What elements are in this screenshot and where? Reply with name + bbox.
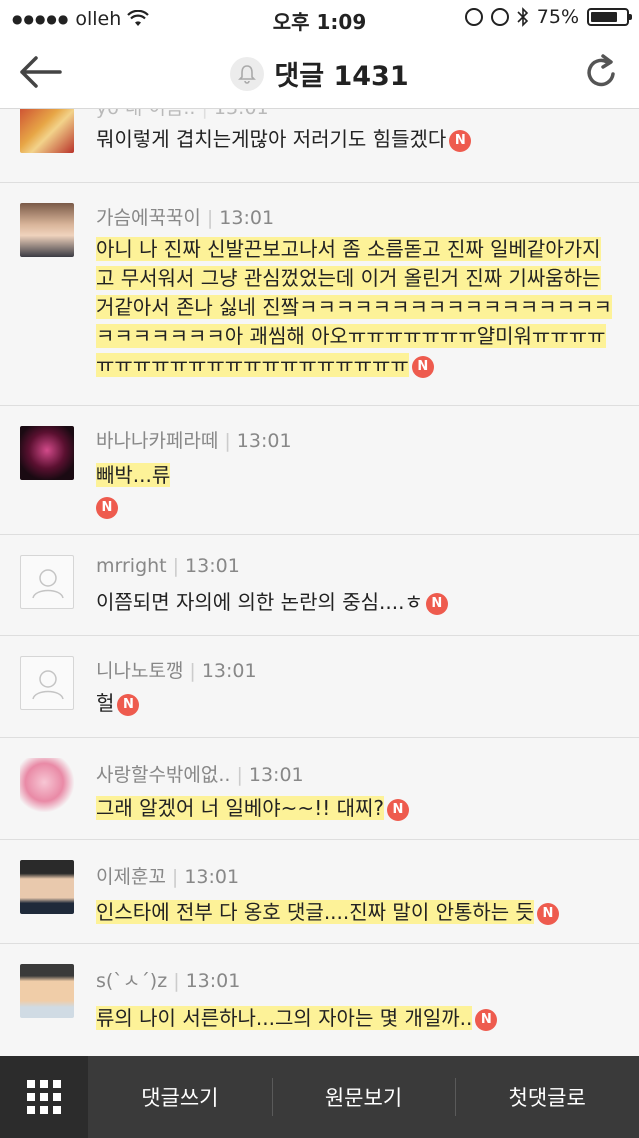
comment-text: 헐N bbox=[96, 689, 616, 718]
comment-list[interactable]: yo 내 이름..|13:01 뭐이렇게 겹치는게많아 저러기도 힘들겠다N 가… bbox=[0, 109, 639, 1056]
avatar[interactable] bbox=[20, 758, 74, 812]
comment-author[interactable]: 가슴에꾹꾹이 bbox=[96, 207, 201, 229]
status-right: 75% bbox=[464, 6, 632, 28]
header-center: 댓글 1431 bbox=[0, 54, 639, 93]
new-badge: N bbox=[425, 592, 448, 615]
comment-time: 13:01 bbox=[201, 660, 257, 682]
bottom-tabs: 댓글쓰기 원문보기 첫댓글로 bbox=[88, 1056, 639, 1138]
avatar[interactable] bbox=[20, 426, 74, 480]
avatar[interactable] bbox=[20, 964, 74, 1018]
new-badge: N bbox=[536, 902, 559, 925]
first-comment-button[interactable]: 첫댓글로 bbox=[455, 1056, 639, 1138]
header: 댓글 1431 bbox=[0, 36, 639, 109]
comment-item[interactable]: 이제훈꼬 | 13:01 인스타에 전부 다 옹호 댓글....진짜 말이 안통하는… bbox=[0, 840, 639, 944]
comment-time: 13:01 bbox=[184, 866, 240, 888]
new-badge: N bbox=[387, 798, 409, 821]
default-avatar-icon[interactable] bbox=[20, 656, 74, 710]
comment-item[interactable]: 바나나카페라떼 | 13:01 빼박...류 N bbox=[0, 406, 639, 535]
refresh-icon[interactable] bbox=[581, 52, 621, 92]
comment-body: 인스타에 전부 다 옹호 댓글....진짜 말이 안통하는 듯 bbox=[96, 900, 534, 924]
comment-text: 아니 나 진짜 신발끈보고나서 좀 소름돋고 진짜 일베같아가지고 무서워서 그… bbox=[96, 235, 616, 380]
comment-meta: 니나노토깽 | 13:01 bbox=[96, 660, 257, 682]
comment-body: 뭐이렇게 겹치는게많아 저러기도 힘들겠다 bbox=[96, 127, 447, 151]
comment-time: 13:01 bbox=[214, 109, 269, 119]
comment-author[interactable]: 니나노토깽 bbox=[96, 660, 183, 682]
comment-time: 13:01 bbox=[185, 555, 240, 577]
new-badge: N bbox=[475, 1008, 498, 1031]
comment-text: 류의 나이 서른하나...그의 자아는 몇 개일까.. N bbox=[96, 1004, 616, 1033]
comment-meta: 사랑할수밖에없.. | 13:01 bbox=[96, 764, 304, 786]
comment-time: 13:01 bbox=[219, 207, 275, 229]
comment-author[interactable]: 사랑할수밖에없.. bbox=[96, 764, 230, 786]
write-comment-button[interactable]: 댓글쓰기 bbox=[88, 1056, 272, 1138]
comment-item[interactable]: yo 내 이름..|13:01 뭐이렇게 겹치는게많아 저러기도 힘들겠다N bbox=[0, 109, 639, 183]
comment-body: 아니 나 진짜 신발끈보고나서 좀 소름돋고 진짜 일베같아가지고 무서워서 그… bbox=[96, 237, 612, 377]
comment-item[interactable]: mrright | 13:01 이쯤되면 자의에 의한 논란의 중심....ㅎ N bbox=[0, 535, 639, 636]
grid-menu-button[interactable] bbox=[0, 1056, 88, 1138]
comment-author[interactable]: 이제훈꼬 bbox=[96, 866, 166, 888]
bluetooth-icon bbox=[517, 7, 528, 27]
comment-meta: 이제훈꼬 | 13:01 bbox=[96, 866, 240, 888]
comment-time: 13:01 bbox=[185, 970, 241, 992]
comment-text: 빼박...류 N bbox=[96, 461, 616, 519]
comment-author[interactable]: mrright bbox=[96, 555, 167, 577]
comment-author[interactable]: yo 내 이름.. bbox=[96, 109, 195, 119]
bell-icon[interactable] bbox=[230, 56, 265, 91]
comment-time: 13:01 bbox=[236, 430, 292, 452]
grid-icon bbox=[27, 1080, 61, 1114]
battery-percent: 75% bbox=[536, 6, 579, 28]
comment-meta: s(`ㅅ´)z | 13:01 bbox=[96, 970, 241, 992]
battery-fill bbox=[591, 12, 617, 22]
comment-body: 류의 나이 서른하나...그의 자아는 몇 개일까.. bbox=[96, 1006, 473, 1030]
default-avatar-icon[interactable] bbox=[20, 555, 74, 609]
comment-meta: 바나나카페라떼 | 13:01 bbox=[96, 430, 292, 452]
comment-item[interactable]: 가슴에꾹꾹이 | 13:01 아니 나 진짜 신발끈보고나서 좀 소름돋고 진짜 일… bbox=[0, 183, 639, 406]
comment-text: 그래 알겠어 너 일베야~~!! 대찌? N bbox=[96, 794, 616, 823]
comment-body: 이쯤되면 자의에 의한 논란의 중심....ㅎ bbox=[96, 590, 423, 614]
comment-text: 이쯤되면 자의에 의한 논란의 중심....ㅎ N bbox=[96, 588, 616, 617]
comment-author[interactable]: s(`ㅅ´)z bbox=[96, 970, 167, 992]
comment-body: 빼박...류 bbox=[96, 463, 171, 487]
back-arrow-icon[interactable] bbox=[16, 54, 64, 90]
avatar[interactable] bbox=[20, 109, 74, 153]
new-badge: N bbox=[449, 129, 472, 152]
comment-text: 인스타에 전부 다 옹호 댓글....진짜 말이 안통하는 듯N bbox=[96, 898, 616, 927]
avatar[interactable] bbox=[20, 203, 74, 257]
new-badge: N bbox=[96, 496, 118, 519]
battery-icon bbox=[587, 8, 632, 26]
view-original-button[interactable]: 원문보기 bbox=[271, 1056, 456, 1138]
avatar[interactable] bbox=[20, 860, 74, 914]
alarm-icon bbox=[490, 8, 509, 26]
page-title: 댓글 1431 bbox=[274, 61, 409, 92]
comment-meta: 가슴에꾹꾹이 | 13:01 bbox=[96, 207, 275, 229]
comment-meta: mrright | 13:01 bbox=[96, 555, 240, 577]
comment-text: 뭐이렇게 겹치는게많아 저러기도 힘들겠다 N bbox=[96, 125, 616, 154]
bottom-toolbar: 댓글쓰기 원문보기 첫댓글로 bbox=[0, 1056, 639, 1138]
comment-meta: yo 내 이름..|13:01 bbox=[96, 109, 269, 120]
comment-body: 헐 bbox=[96, 691, 115, 715]
comment-body: 그래 알겠어 너 일베야~~!! 대찌? bbox=[96, 796, 384, 820]
rotation-lock-icon bbox=[464, 8, 483, 26]
comment-item[interactable]: s(`ㅅ´)z | 13:01 류의 나이 서른하나...그의 자아는 몇 개일까.… bbox=[0, 944, 639, 1056]
comment-time: 13:01 bbox=[248, 764, 304, 786]
new-badge: N bbox=[411, 355, 434, 378]
comment-author[interactable]: 바나나카페라떼 bbox=[96, 430, 218, 452]
comment-item[interactable]: 니나노토깽 | 13:01 헐N bbox=[0, 636, 639, 738]
new-badge: N bbox=[117, 693, 140, 716]
comment-item[interactable]: 사랑할수밖에없.. | 13:01 그래 알겠어 너 일베야~~!! 대찌? N bbox=[0, 738, 639, 840]
status-bar: ●●●●● olleh 오후 1:09 75% bbox=[0, 0, 639, 36]
